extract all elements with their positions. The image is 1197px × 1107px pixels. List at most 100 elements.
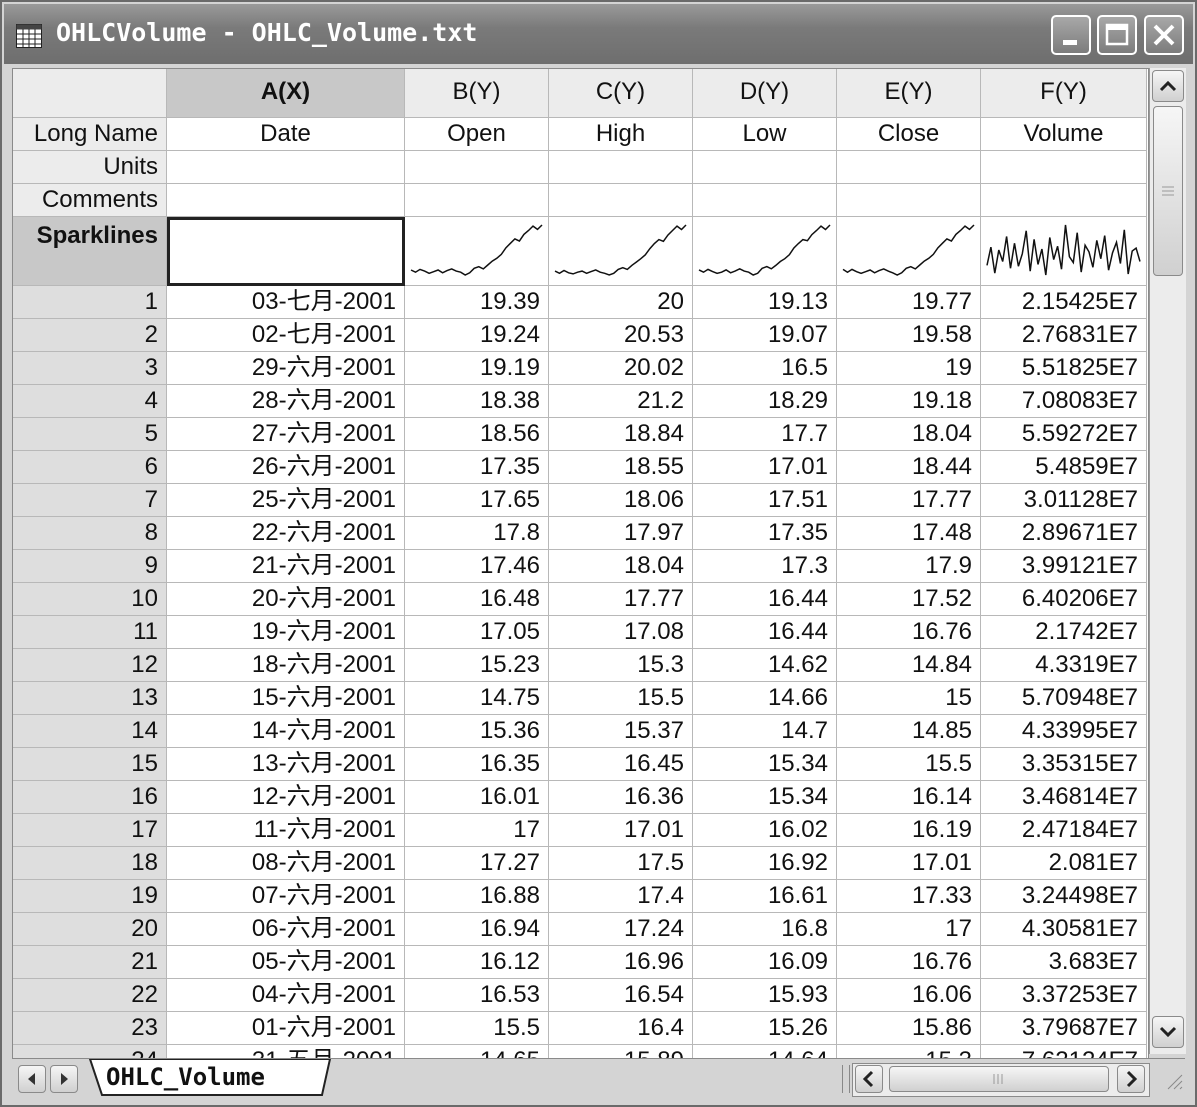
high-cell[interactable]: 18.04 bbox=[549, 550, 693, 583]
low-cell[interactable]: 15.93 bbox=[693, 979, 837, 1012]
volume-cell[interactable]: 4.3319E7 bbox=[981, 649, 1147, 682]
date-cell[interactable]: 15-六月-2001 bbox=[167, 682, 405, 715]
row-number[interactable]: 20 bbox=[13, 913, 167, 946]
horizontal-scroll-thumb[interactable] bbox=[889, 1066, 1109, 1092]
high-cell[interactable]: 16.96 bbox=[549, 946, 693, 979]
open-cell[interactable]: 17.65 bbox=[405, 484, 549, 517]
vertical-scrollbar[interactable] bbox=[1149, 68, 1186, 1054]
low-cell[interactable]: 15.34 bbox=[693, 748, 837, 781]
close-cell[interactable]: 14.85 bbox=[837, 715, 981, 748]
volume-cell[interactable]: 3.79687E7 bbox=[981, 1012, 1147, 1045]
long-name-cell-d[interactable]: Low bbox=[693, 118, 837, 151]
high-cell[interactable]: 17.5 bbox=[549, 847, 693, 880]
tab-scroll-left-button[interactable] bbox=[18, 1065, 46, 1093]
row-number[interactable]: 23 bbox=[13, 1012, 167, 1045]
minimize-button[interactable] bbox=[1051, 15, 1091, 55]
sparkline-cell-high[interactable] bbox=[549, 217, 693, 286]
units-cell[interactable] bbox=[693, 151, 837, 184]
sparkline-cell-low[interactable] bbox=[693, 217, 837, 286]
comments-cell[interactable] bbox=[167, 184, 405, 217]
row-number[interactable]: 6 bbox=[13, 451, 167, 484]
volume-cell[interactable]: 3.01128E7 bbox=[981, 484, 1147, 517]
low-cell[interactable]: 14.62 bbox=[693, 649, 837, 682]
high-cell[interactable]: 18.84 bbox=[549, 418, 693, 451]
row-number[interactable]: 17 bbox=[13, 814, 167, 847]
comments-cell[interactable] bbox=[981, 184, 1147, 217]
date-cell[interactable]: 19-六月-2001 bbox=[167, 616, 405, 649]
low-cell[interactable]: 16.61 bbox=[693, 880, 837, 913]
close-cell[interactable]: 19.58 bbox=[837, 319, 981, 352]
high-cell[interactable]: 18.06 bbox=[549, 484, 693, 517]
row-number[interactable]: 7 bbox=[13, 484, 167, 517]
high-cell[interactable]: 16.45 bbox=[549, 748, 693, 781]
row-number[interactable]: 9 bbox=[13, 550, 167, 583]
date-cell[interactable]: 18-六月-2001 bbox=[167, 649, 405, 682]
volume-cell[interactable]: 3.99121E7 bbox=[981, 550, 1147, 583]
close-cell[interactable]: 17.9 bbox=[837, 550, 981, 583]
column-header-e[interactable]: E(Y) bbox=[837, 69, 981, 118]
date-cell[interactable]: 03-七月-2001 bbox=[167, 286, 405, 319]
low-cell[interactable]: 16.44 bbox=[693, 583, 837, 616]
row-number[interactable]: 4 bbox=[13, 385, 167, 418]
close-cell[interactable]: 16.06 bbox=[837, 979, 981, 1012]
row-number[interactable]: 13 bbox=[13, 682, 167, 715]
title-bar[interactable]: OHLCVolume - OHLC_Volume.txt bbox=[4, 4, 1193, 64]
scroll-thumb[interactable] bbox=[1153, 106, 1183, 276]
date-cell[interactable]: 22-六月-2001 bbox=[167, 517, 405, 550]
high-cell[interactable]: 21.2 bbox=[549, 385, 693, 418]
date-cell[interactable]: 11-六月-2001 bbox=[167, 814, 405, 847]
row-number[interactable]: 14 bbox=[13, 715, 167, 748]
volume-cell[interactable]: 5.59272E7 bbox=[981, 418, 1147, 451]
volume-cell[interactable]: 5.70948E7 bbox=[981, 682, 1147, 715]
resize-grip-icon[interactable] bbox=[1162, 1069, 1184, 1091]
low-cell[interactable]: 17.01 bbox=[693, 451, 837, 484]
high-cell[interactable]: 17.01 bbox=[549, 814, 693, 847]
close-button[interactable] bbox=[1144, 15, 1184, 55]
date-cell[interactable]: 01-六月-2001 bbox=[167, 1012, 405, 1045]
open-cell[interactable]: 16.48 bbox=[405, 583, 549, 616]
volume-cell[interactable]: 5.51825E7 bbox=[981, 352, 1147, 385]
long-name-cell-a[interactable]: Date bbox=[167, 118, 405, 151]
low-cell[interactable]: 16.92 bbox=[693, 847, 837, 880]
corner-cell[interactable] bbox=[13, 69, 167, 118]
close-cell[interactable]: 17.48 bbox=[837, 517, 981, 550]
maximize-button[interactable] bbox=[1097, 15, 1137, 55]
row-number[interactable]: 2 bbox=[13, 319, 167, 352]
comments-cell[interactable] bbox=[837, 184, 981, 217]
date-cell[interactable]: 29-六月-2001 bbox=[167, 352, 405, 385]
low-cell[interactable]: 16.02 bbox=[693, 814, 837, 847]
close-cell[interactable]: 17.52 bbox=[837, 583, 981, 616]
date-cell[interactable]: 07-六月-2001 bbox=[167, 880, 405, 913]
row-number[interactable]: 12 bbox=[13, 649, 167, 682]
low-cell[interactable]: 15.34 bbox=[693, 781, 837, 814]
close-cell[interactable]: 15.5 bbox=[837, 748, 981, 781]
column-header-c[interactable]: C(Y) bbox=[549, 69, 693, 118]
column-header-d[interactable]: D(Y) bbox=[693, 69, 837, 118]
low-cell[interactable]: 15.26 bbox=[693, 1012, 837, 1045]
high-cell[interactable]: 16.54 bbox=[549, 979, 693, 1012]
close-cell[interactable]: 17.33 bbox=[837, 880, 981, 913]
volume-cell[interactable]: 2.081E7 bbox=[981, 847, 1147, 880]
row-number[interactable]: 19 bbox=[13, 880, 167, 913]
open-cell[interactable]: 16.35 bbox=[405, 748, 549, 781]
low-cell[interactable]: 14.66 bbox=[693, 682, 837, 715]
high-cell[interactable]: 20 bbox=[549, 286, 693, 319]
date-cell[interactable]: 27-六月-2001 bbox=[167, 418, 405, 451]
scroll-up-button[interactable] bbox=[1152, 70, 1184, 102]
low-cell[interactable]: 14.7 bbox=[693, 715, 837, 748]
row-number[interactable]: 22 bbox=[13, 979, 167, 1012]
open-cell[interactable]: 16.88 bbox=[405, 880, 549, 913]
low-cell[interactable]: 18.29 bbox=[693, 385, 837, 418]
long-name-cell-c[interactable]: High bbox=[549, 118, 693, 151]
low-cell[interactable]: 17.35 bbox=[693, 517, 837, 550]
open-cell[interactable]: 15.5 bbox=[405, 1012, 549, 1045]
high-cell[interactable]: 16.36 bbox=[549, 781, 693, 814]
low-cell[interactable]: 16.09 bbox=[693, 946, 837, 979]
column-header-f[interactable]: F(Y) bbox=[981, 69, 1147, 118]
sheet-tab-ohlc-volume[interactable]: OHLC_Volume bbox=[86, 1059, 346, 1096]
volume-cell[interactable]: 6.40206E7 bbox=[981, 583, 1147, 616]
volume-cell[interactable]: 3.683E7 bbox=[981, 946, 1147, 979]
open-cell[interactable]: 15.36 bbox=[405, 715, 549, 748]
comments-cell[interactable] bbox=[405, 184, 549, 217]
open-cell[interactable]: 17.27 bbox=[405, 847, 549, 880]
